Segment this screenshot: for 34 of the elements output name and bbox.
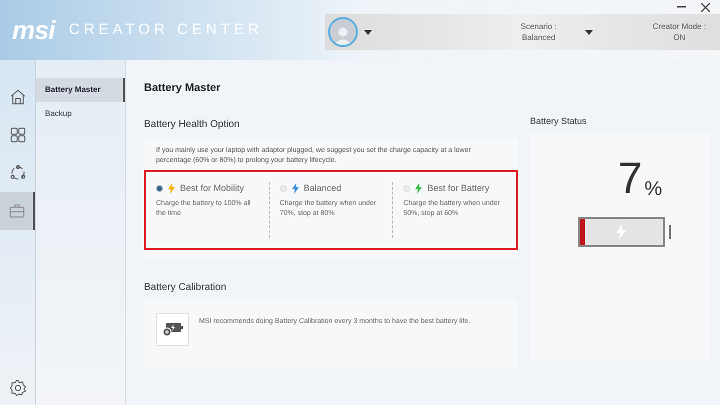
calibration-button[interactable]: [156, 312, 189, 346]
radio-button[interactable]: [156, 184, 163, 192]
lightning-icon: [415, 182, 422, 194]
person-icon: [334, 25, 352, 45]
lightning-icon: [292, 182, 299, 194]
creator-mode-label: Creator Mode :: [652, 21, 706, 32]
logo: msi: [12, 14, 55, 46]
nodes-icon: [8, 164, 26, 182]
option-label: Best for Battery: [427, 182, 490, 195]
scenario-value: Balanced: [522, 32, 556, 43]
option-label: Balanced: [304, 182, 342, 194]
settings-icon[interactable]: [8, 379, 26, 397]
grid-icon: [8, 126, 26, 144]
radio-button[interactable]: [403, 184, 410, 192]
home-icon: [8, 88, 26, 106]
scenario-label: Scenario :: [520, 21, 557, 32]
page-title: Battery Master: [144, 81, 222, 96]
sidebar-item[interactable]: Backup: [36, 102, 125, 126]
percent-unit: %: [644, 176, 662, 200]
section-title: Battery Calibration: [144, 280, 228, 294]
option-label: Best for Mobility: [180, 182, 244, 195]
caret-icon[interactable]: [364, 30, 372, 34]
toolbox-icon: [8, 202, 26, 220]
minimize-icon[interactable]: [677, 6, 686, 8]
section-title: Battery Status: [530, 115, 588, 128]
close-icon[interactable]: [701, 3, 710, 12]
section-title: Battery Health Option: [144, 118, 241, 132]
radio-button[interactable]: [280, 184, 287, 192]
caret-icon[interactable]: [584, 30, 593, 34]
battery-percentage: 7: [618, 156, 642, 200]
sidebar-item[interactable]: Battery Master: [36, 78, 125, 102]
creator-mode-value: ON: [673, 32, 686, 43]
lightning-icon: [168, 182, 175, 194]
battery-plus-icon: [162, 321, 184, 337]
